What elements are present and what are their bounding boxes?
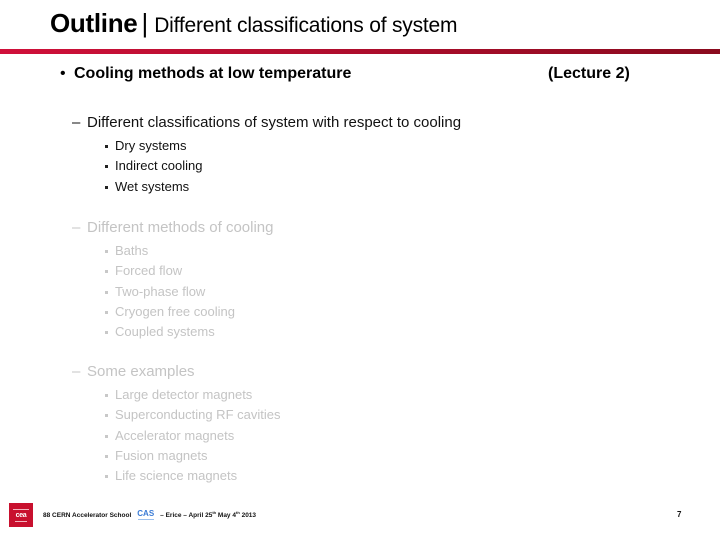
- logo-line-bottom: [15, 520, 27, 522]
- main-bullet: • Cooling methods at low temperature: [60, 65, 351, 83]
- dash-icon: –: [72, 219, 81, 236]
- list-item-text: Large detector magnets: [115, 387, 253, 402]
- list-item-text: Fusion magnets: [115, 447, 208, 463]
- list-item: Superconducting RF cavities: [105, 405, 280, 425]
- header-divider-bar: [0, 49, 720, 54]
- square-bullet-icon: [105, 250, 108, 253]
- square-bullet-icon: [105, 331, 108, 335]
- list-item: Two-phase flow: [105, 282, 274, 302]
- square-bullet-icon: [105, 185, 108, 189]
- section-heading-text: Different methods of cooling: [87, 219, 274, 236]
- school-name: 88 CERN Accelerator School: [43, 511, 132, 519]
- lecture-reference: (Lecture 2): [548, 65, 630, 82]
- logo-text: cea: [15, 511, 27, 519]
- list-item: Coupled systems: [105, 322, 274, 342]
- list-item: Accelerator magnets: [105, 426, 280, 446]
- end-date-text: May 4: [217, 512, 236, 520]
- footer-caption: 88 CERN Accelerator School CAS – Erice –…: [43, 510, 256, 520]
- list-item-text: Life science magnets: [115, 468, 238, 484]
- list-item: Baths: [105, 241, 274, 261]
- list-item: Dry systems: [105, 136, 461, 156]
- end-date-suffix: th: [235, 510, 240, 516]
- list-item-text: Superconducting RF cavities: [115, 407, 281, 423]
- list-item-text: Two-phase flow: [115, 283, 206, 299]
- event-dates: – Erice – April 25th May 4th 2013: [160, 510, 256, 519]
- list-item: Cryogen free cooling: [105, 302, 274, 322]
- square-bullet-icon: [105, 434, 108, 438]
- page-number: 7: [677, 510, 682, 519]
- dash-icon: –: [72, 114, 81, 131]
- title-subtitle: Different classifications of system: [154, 14, 458, 37]
- location-text: – Erice – April 25: [160, 512, 213, 520]
- section-heading: – Some examples: [72, 362, 280, 382]
- section-heading: – Different classifications of system wit…: [72, 113, 461, 133]
- title-separator: |: [141, 8, 149, 38]
- square-bullet-icon: [105, 145, 108, 148]
- list-item-text: Dry systems: [115, 138, 187, 153]
- main-bullet-text: Cooling methods at low temperature: [74, 65, 352, 82]
- section-item-list: Large detector magnets Superconducting R…: [72, 385, 280, 486]
- cas-logo-icon: CAS: [137, 510, 154, 520]
- list-item: Life science magnets: [105, 466, 280, 486]
- square-bullet-icon: [105, 290, 108, 294]
- section-heading-text: Different classifications of system with…: [87, 114, 462, 131]
- section-examples: – Some examples Large detector magnets Su…: [72, 362, 280, 486]
- section-item-list: Baths Forced flow Two-phase flow Cryogen…: [72, 241, 274, 342]
- square-bullet-icon: [105, 165, 108, 169]
- section-item-list: Dry systems Indirect cooling Wet systems: [72, 136, 461, 197]
- section-heading: – Different methods of cooling: [72, 218, 274, 238]
- slide-title: Outline | Different classifications of sys…: [50, 10, 457, 36]
- cea-logo-icon: cea: [9, 503, 33, 527]
- list-item: Indirect cooling: [105, 156, 461, 176]
- list-item: Wet systems: [105, 177, 461, 197]
- square-bullet-icon: [105, 270, 108, 274]
- list-item: Fusion magnets: [105, 446, 280, 466]
- list-item-text: Baths: [115, 243, 149, 258]
- logo-line-top: [13, 508, 29, 510]
- section-heading-text: Some examples: [87, 363, 195, 380]
- year-text: 2013: [241, 512, 257, 520]
- square-bullet-icon: [105, 414, 108, 418]
- title-main: Outline: [50, 8, 138, 38]
- list-item-text: Cryogen free cooling: [115, 303, 235, 319]
- dash-icon: –: [72, 363, 81, 380]
- list-item-text: Forced flow: [115, 263, 183, 279]
- list-item-text: Indirect cooling: [115, 158, 203, 174]
- list-item-text: Accelerator magnets: [115, 427, 235, 443]
- section-methods: – Different methods of cooling Baths Forc…: [72, 218, 274, 342]
- square-bullet-icon: [105, 475, 108, 479]
- list-item-text: Wet systems: [115, 178, 190, 194]
- list-item: Large detector magnets: [105, 385, 280, 405]
- square-bullet-icon: [105, 454, 108, 458]
- square-bullet-icon: [105, 310, 108, 314]
- start-date-suffix: th: [212, 510, 217, 516]
- section-classifications: – Different classifications of system wit…: [72, 113, 461, 197]
- square-bullet-icon: [105, 394, 108, 397]
- bullet-icon: •: [60, 65, 66, 82]
- list-item-text: Coupled systems: [115, 324, 215, 340]
- cas-logo-text: CAS: [137, 509, 155, 518]
- list-item: Forced flow: [105, 261, 274, 281]
- cas-logo-underline: [137, 519, 154, 520]
